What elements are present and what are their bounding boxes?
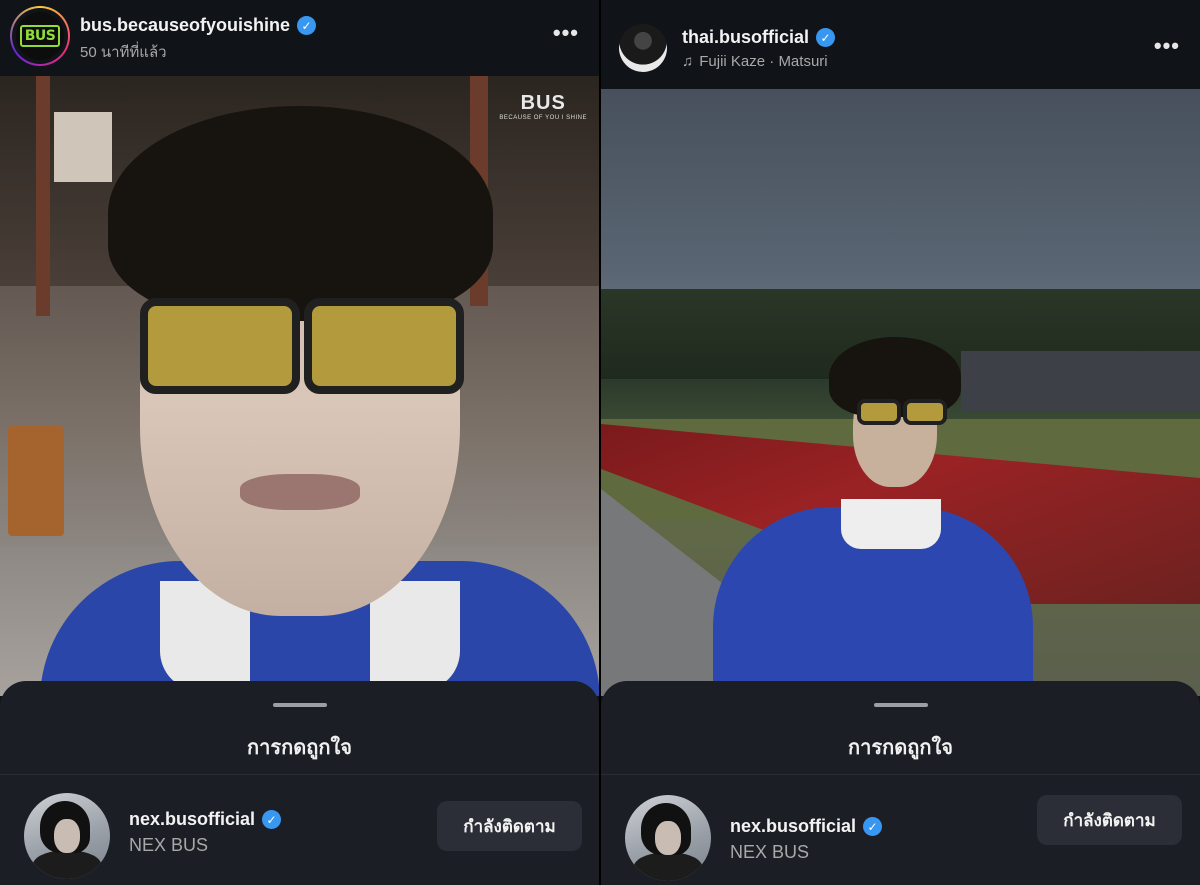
liker-avatar[interactable] — [625, 795, 711, 881]
following-button[interactable]: กำลังติดตาม — [1037, 795, 1182, 845]
liker-row[interactable]: nex.busofficial ✓ NEX BUS กำลังติดตาม — [601, 789, 1200, 881]
temple-roof — [961, 351, 1200, 411]
post-username[interactable]: thai.busofficial ✓ — [682, 27, 836, 48]
following-button[interactable]: กำลังติดตาม — [437, 801, 582, 851]
more-options-icon[interactable]: ••• — [553, 20, 579, 46]
post-photo — [601, 89, 1200, 696]
wooden-pillar — [36, 76, 50, 316]
bus-watermark-logo: BUS BECAUSE OF YOU I SHINE — [499, 92, 587, 121]
liker-row[interactable]: nex.busofficial ✓ NEX BUS กำลังติดตาม — [0, 789, 599, 879]
post-timestamp: 50 นาทีที่แล้ว — [80, 44, 167, 61]
verified-badge-icon: ✓ — [863, 817, 883, 836]
verified-badge-icon: ✓ — [297, 16, 317, 35]
music-note-icon: ♫ — [682, 53, 694, 70]
username-text: bus.becauseofyouishine — [80, 15, 291, 35]
screenshot-composite: BUS bus.becauseofyouishine ✓ 50 นาทีที่แ… — [0, 0, 1200, 885]
verified-badge-icon: ✓ — [262, 810, 282, 829]
divider — [601, 774, 1200, 775]
liker-full-name: NEX BUS — [129, 835, 209, 855]
likes-bottom-sheet: การกดถูกใจ nex.busofficial ✓ NEX BUS กำล… — [0, 681, 599, 885]
likes-bottom-sheet: การกดถูกใจ nex.busofficial ✓ NEX BUS กำล… — [601, 681, 1200, 885]
left-post-panel: BUS bus.becauseofyouishine ✓ 50 นาทีที่แ… — [0, 0, 599, 885]
music-track-text: Fujii Kaze · Matsuri — [699, 53, 828, 70]
traffic-cone — [8, 426, 64, 536]
mouth — [240, 474, 360, 510]
sheet-title: การกดถูกใจ — [247, 737, 352, 759]
profile-avatar[interactable] — [619, 24, 667, 72]
post-header: thai.busofficial ✓ ♫ Fujii Kaze · Matsur… — [601, 0, 1200, 89]
liker-username-text: nex.busofficial — [730, 816, 857, 836]
hair — [108, 106, 493, 321]
white-collar — [841, 499, 941, 549]
bus-logo-icon: BUS — [16, 12, 64, 60]
liker-username[interactable]: nex.busofficial ✓ — [730, 816, 883, 837]
sign-board — [54, 112, 112, 182]
verified-badge-icon: ✓ — [816, 28, 836, 47]
sheet-drag-handle[interactable] — [272, 703, 327, 707]
more-options-icon[interactable]: ••• — [1154, 33, 1180, 59]
divider — [0, 774, 599, 775]
liker-username-text: nex.busofficial — [129, 809, 256, 829]
username-text: thai.busofficial — [682, 27, 810, 47]
profile-avatar-story-ring[interactable]: BUS — [10, 6, 70, 66]
post-photo: BUS BECAUSE OF YOU I SHINE — [0, 76, 599, 696]
liker-full-name: NEX BUS — [730, 842, 810, 862]
post-header: BUS bus.becauseofyouishine ✓ 50 นาทีที่แ… — [0, 0, 599, 76]
yellow-sunglasses — [140, 298, 464, 394]
post-username[interactable]: bus.becauseofyouishine ✓ — [80, 15, 317, 36]
sheet-title: การกดถูกใจ — [848, 737, 953, 759]
right-post-panel: thai.busofficial ✓ ♫ Fujii Kaze · Matsur… — [601, 0, 1200, 885]
music-info[interactable]: ♫ Fujii Kaze · Matsuri — [682, 53, 828, 70]
sheet-drag-handle[interactable] — [873, 703, 928, 707]
liker-avatar[interactable] — [24, 793, 110, 879]
liker-username[interactable]: nex.busofficial ✓ — [129, 809, 282, 830]
yellow-sunglasses — [857, 399, 947, 425]
